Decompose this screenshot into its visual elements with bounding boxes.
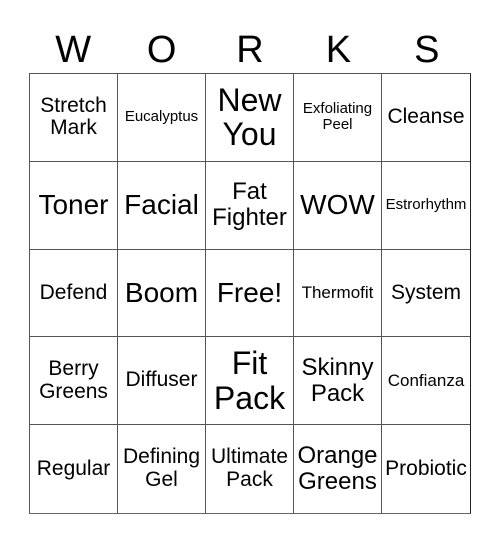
bingo-cell[interactable]: Probiotic	[382, 425, 470, 513]
bingo-cell[interactable]: Stretch Mark	[30, 74, 118, 162]
header-letter-r: R	[236, 29, 264, 71]
bingo-cell[interactable]: Skinny Pack	[294, 337, 382, 426]
bingo-cell[interactable]: Regular	[30, 425, 118, 513]
bingo-cell[interactable]: Eucalyptus	[118, 74, 206, 162]
bingo-cell-free[interactable]: Free!	[206, 249, 294, 338]
bingo-cell[interactable]: Estrorhythm	[382, 162, 470, 250]
bingo-cell[interactable]: WOW	[294, 161, 382, 250]
bingo-cell[interactable]: Cleanse	[382, 74, 470, 162]
header-letter-o: O	[146, 29, 177, 71]
bingo-cell[interactable]: Fit Pack	[206, 337, 294, 426]
bingo-cell[interactable]: Toner	[30, 161, 118, 250]
header-letter-k: K	[325, 29, 352, 71]
bingo-cell[interactable]: Defend	[30, 249, 118, 338]
bingo-cell[interactable]: Boom	[118, 249, 206, 338]
bingo-cell[interactable]: Thermofit	[294, 249, 382, 338]
bingo-cell[interactable]: Diffuser	[118, 337, 206, 426]
bingo-cell[interactable]: New You	[206, 74, 294, 162]
bingo-cell[interactable]: Ultimate Pack	[206, 425, 294, 513]
bingo-cell[interactable]: Facial	[118, 161, 206, 250]
header-letter-w: W	[55, 29, 92, 71]
header-letter-s: S	[414, 29, 440, 71]
bingo-cell[interactable]: Exfoliating Peel	[294, 74, 382, 162]
bingo-cell[interactable]: Confianza	[382, 337, 470, 426]
bingo-grid: Stretch Mark Eucalyptus New You Exfoliat…	[29, 73, 471, 514]
bingo-cell[interactable]: Orange Greens	[294, 425, 382, 513]
bingo-cell[interactable]: Defining Gel	[118, 425, 206, 513]
bingo-cell[interactable]: Berry Greens	[30, 337, 118, 426]
bingo-header: W O R K S	[29, 28, 471, 73]
bingo-cell[interactable]: System	[382, 250, 470, 338]
bingo-cell[interactable]: Fat Fighter	[206, 161, 294, 250]
